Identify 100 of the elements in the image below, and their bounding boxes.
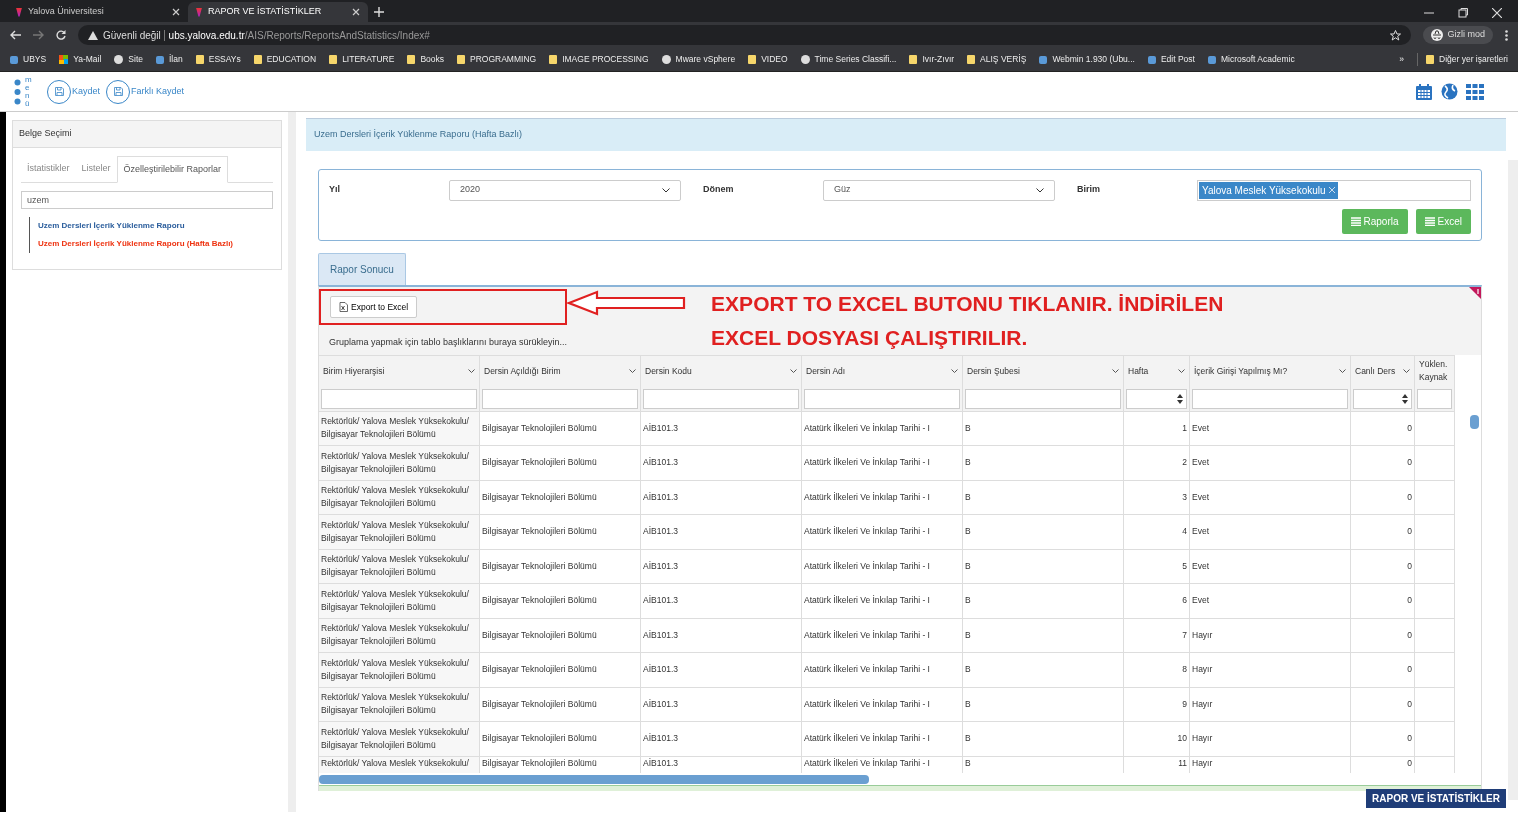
forward-icon[interactable] [33,30,44,40]
address-bar[interactable]: Güvenli değil ubs.yalova.edu.tr/AIS/Reports/ReportsAndStatistics/Index# [78,25,1412,45]
bookmark[interactable]: EDUCATION [253,53,317,66]
table-cell: B [963,617,1124,652]
result-tab[interactable]: Rapor Sonucu [318,252,406,285]
column-header[interactable]: Canlı Ders [1351,354,1415,387]
filter-field[interactable] [965,388,1121,409]
column-header[interactable]: Dersin Adı [802,354,963,387]
globe-icon[interactable] [1441,83,1458,100]
tree-item[interactable]: Uzem Dersleri İçerik Yüklenme Raporu [29,217,273,235]
bookmark[interactable]: PROGRAMMING [457,53,537,66]
overflow-chevron[interactable]: » [1399,53,1405,66]
floppy-icon [54,87,64,96]
table-cell [1415,617,1455,652]
filter-field[interactable] [1353,388,1412,409]
filter-field[interactable] [643,388,799,409]
filter-field[interactable] [321,388,477,409]
profile-button[interactable]: Gizli mod [1423,26,1493,44]
close-icon[interactable] [1492,8,1502,18]
vertical-scrollbar[interactable] [1470,414,1479,429]
bookmark[interactable]: LITERATURE [329,53,395,66]
bookmark[interactable]: Time Series Classifi... [800,53,897,66]
folder-icon [329,55,338,64]
bookmark[interactable]: Edit Post [1147,53,1195,66]
filter-field[interactable] [1417,388,1452,409]
column-header[interactable]: Dersin Kodu [641,354,802,387]
sidebar-tab[interactable]: Özelleştirilebilir Raporlar [116,155,229,183]
table-cell: B [963,548,1124,583]
column-header[interactable]: Dersin Şubesi [963,354,1124,387]
reload-icon[interactable] [56,30,66,40]
bookmark[interactable]: Ivır-Zıvır [909,53,955,66]
new-tab-icon[interactable] [374,7,384,17]
more-icon[interactable] [1505,29,1508,41]
star-icon[interactable] [1390,29,1402,41]
table-cell: B [963,479,1124,514]
table-cell: Atatürk İlkeleri Ve İnkılap Tarihi - I [802,583,963,618]
bookmark[interactable]: VIDEO [748,53,788,66]
table-cell: Evet [1190,479,1351,514]
save-button[interactable]: Kaydet [47,79,101,104]
annotation-text: EXPORT TO EXCEL BUTONU TIKLANIR. İNDİRİLEN [711,290,1224,317]
column-header[interactable]: Hafta [1124,354,1190,387]
export-button[interactable]: Export to Excel [330,295,418,319]
bookmark[interactable]: ESSAYs [195,53,241,66]
table-cell: Hayır [1190,652,1351,687]
browser-tab[interactable]: RAPOR VE İSTATİSTİKLER [188,2,368,22]
apps-grid-icon[interactable] [1466,83,1484,100]
filter-field[interactable] [804,388,960,409]
column-header[interactable]: Yüklen. Kaynak [1415,354,1455,387]
folder-icon [253,55,262,64]
table-cell: AİB101.3 [641,721,802,756]
select-field[interactable]: 2020 [449,179,681,201]
folder-icon [1426,55,1435,64]
bookmark[interactable]: Ya-Mail [59,53,102,66]
table-cell: 9 [1124,686,1190,721]
table-cell: 3 [1124,479,1190,514]
spinner-icon[interactable] [1402,393,1408,404]
column-header[interactable]: Dersin Açıldığı Birim [480,354,641,387]
sidebar-tab[interactable]: İstatistikler [21,155,76,182]
warning-icon [88,30,98,40]
bookmark[interactable]: Books [407,53,445,66]
field-label: Dönem [703,183,735,197]
table-cell [1415,755,1455,773]
column-header[interactable]: İçerik Girişi Yapılmış Mı? [1190,354,1351,387]
save-button[interactable]: Farklı Kaydet [106,79,185,104]
table-cell: Evet [1190,583,1351,618]
bookmark[interactable]: İlan [156,53,183,66]
bookmark[interactable]: Microsoft Academic [1207,53,1295,66]
search-field[interactable]: uzem [21,191,273,209]
filter-field[interactable] [1192,388,1348,409]
sidebar-tab[interactable]: Listeler [75,155,117,182]
calendar-icon[interactable] [1415,82,1433,101]
menu-button[interactable]: menü [14,75,33,108]
table-cell: Bilgisayar Teknolojileri Bölümü [480,617,641,652]
table-cell: 0 [1351,445,1415,480]
back-icon[interactable] [10,30,21,40]
restore-icon[interactable] [1458,8,1468,18]
close-icon[interactable] [172,8,180,16]
table-cell: 0 [1351,548,1415,583]
table-cell: AİB101.3 [641,583,802,618]
globe-icon [661,55,671,64]
filter-field[interactable] [1126,388,1187,409]
table-cell [1415,548,1455,583]
close-icon[interactable] [352,8,360,16]
bookmark[interactable]: IMAGE PROCESSING [549,53,649,66]
bookmark[interactable]: ALIŞ VERİŞ [967,53,1027,66]
table-cell: B [963,410,1124,445]
select-field[interactable]: Güz [823,179,1055,201]
bookmark[interactable]: Webmin 1.930 (Ubu... [1039,53,1135,66]
bookmark[interactable]: Site [114,53,143,66]
bookmark[interactable]: UBYS [10,53,47,66]
filter-field[interactable] [482,388,638,409]
folder-icon [195,55,204,64]
spinner-icon[interactable] [1177,393,1183,404]
tree-item[interactable]: Uzem Dersleri İçerik Yüklenme Raporu (Hafta Bazlı) [29,235,273,253]
folder-icon [748,55,757,64]
bookmark[interactable]: Mware vSphere [661,53,736,66]
browser-tab[interactable]: Yalova Üniversitesi [8,2,188,22]
column-header[interactable]: Birim Hiyerarşisi [319,354,480,387]
table-cell: 8 [1124,652,1190,687]
bookmark[interactable]: Diğer yer işaretleri [1417,53,1508,66]
